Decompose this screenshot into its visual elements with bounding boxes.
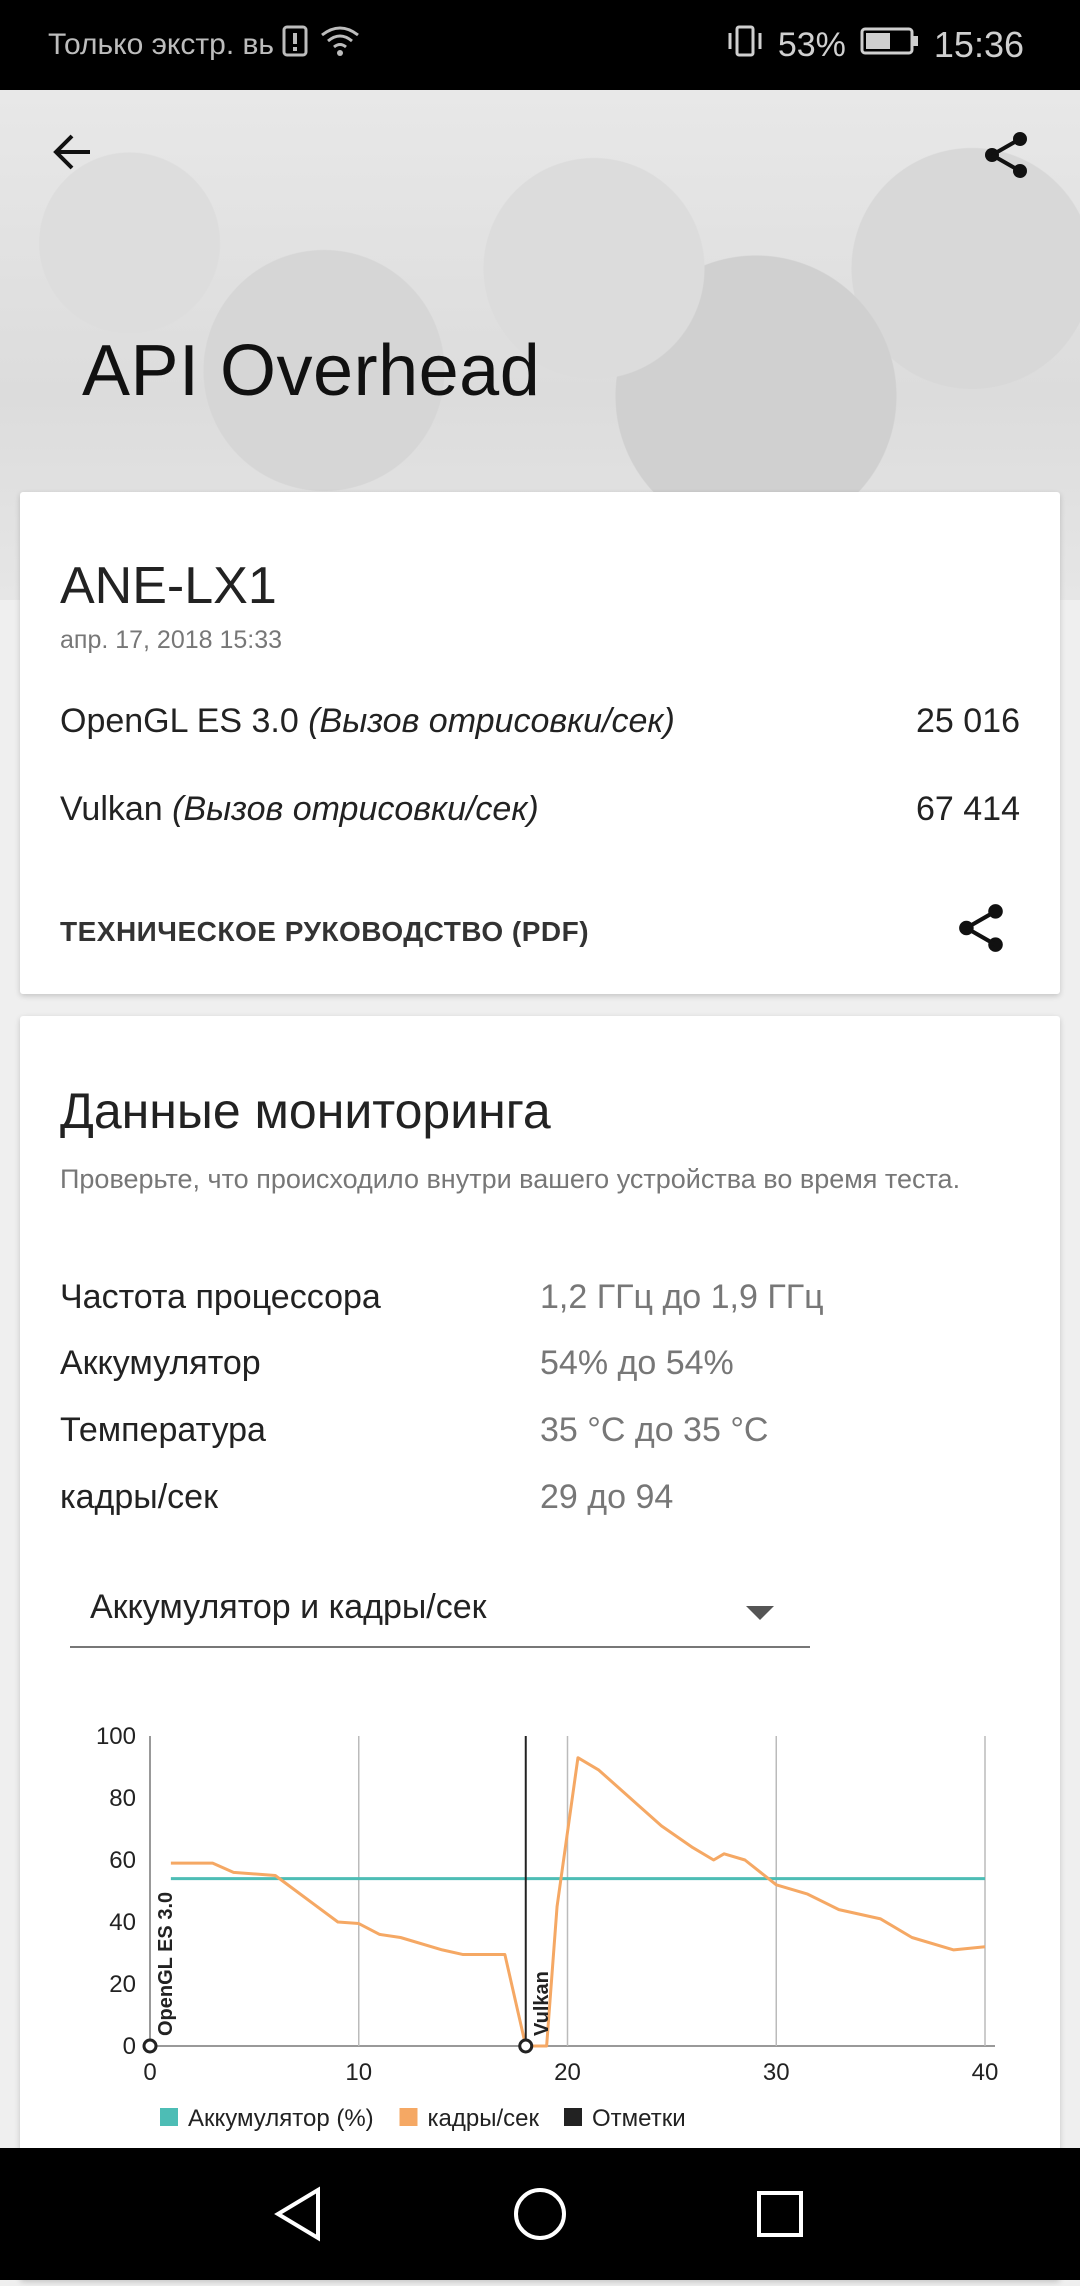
clock: 15:36 <box>933 24 1024 65</box>
monitoring-subtitle: Проверьте, что происходило внутри вашего… <box>60 1164 961 1194</box>
back-arrow-icon[interactable] <box>50 130 94 174</box>
marker-point <box>518 2038 534 2054</box>
share-icon[interactable] <box>956 902 1008 954</box>
status-bar: Только экстр. вь 53% 15:36 <box>0 0 1080 90</box>
stat-value: 35 °C до 35 °C <box>540 1411 769 1449</box>
device-name: ANE-LX1 <box>60 557 277 615</box>
marker-point <box>142 2038 158 2054</box>
y-tick-label: 80 <box>109 1785 136 1812</box>
score-label: OpenGL ES 3.0 (Вызов отрисовки/сек) <box>60 702 675 740</box>
legend-label: Отметки <box>592 2105 686 2132</box>
marker-label: OpenGL ES 3.0 <box>155 1892 177 2036</box>
carrier-text: Только экстр. вь <box>48 28 275 61</box>
score-value: 67 414 <box>916 790 1020 828</box>
stat-value: 29 до 94 <box>540 1478 674 1516</box>
battery-percent: 53% <box>777 25 846 64</box>
nav-back-icon[interactable] <box>272 2184 324 2244</box>
legend-swatch <box>564 2108 582 2126</box>
alert-icon <box>282 25 308 65</box>
stat-label: Частота процессора <box>60 1278 381 1316</box>
share-icon[interactable] <box>982 130 1032 180</box>
score-value: 25 016 <box>916 702 1020 740</box>
y-tick-label: 40 <box>109 1909 136 1936</box>
stat-label: Температура <box>60 1411 266 1449</box>
x-tick-label: 0 <box>143 2059 156 2086</box>
page-title: API Overhead <box>82 331 541 411</box>
marker-label: Vulkan <box>531 1971 553 2036</box>
y-tick-label: 60 <box>109 1847 136 1874</box>
vibrate-icon <box>726 24 764 67</box>
test-date: апр. 17, 2018 15:33 <box>60 626 283 654</box>
legend-swatch <box>160 2108 178 2126</box>
stat-value: 1,2 ГГц до 1,9 ГГц <box>540 1278 824 1316</box>
wifi-icon <box>320 25 360 65</box>
y-tick-label: 100 <box>96 1723 136 1750</box>
score-row-vulkan: Vulkan (Вызов отрисовки/сек) 67 414 <box>60 790 1020 829</box>
score-row-opengl: OpenGL ES 3.0 (Вызов отрисовки/сек) 25 0… <box>60 702 1020 741</box>
dropdown-arrow-icon <box>746 1606 774 1620</box>
x-tick-label: 30 <box>763 2059 790 2086</box>
nav-recents-icon[interactable] <box>754 2184 806 2244</box>
legend-swatch <box>399 2108 418 2126</box>
battery-icon <box>860 26 920 65</box>
stat-label: Аккумулятор <box>60 1344 261 1382</box>
x-tick-label: 40 <box>972 2059 999 2086</box>
x-tick-label: 20 <box>554 2059 581 2086</box>
dropdown-selected: Аккумулятор и кадры/сек <box>90 1588 487 1626</box>
y-tick-label: 0 <box>123 2033 136 2060</box>
result-card: ANE-LX1 апр. 17, 2018 15:33 OpenGL ES 3.… <box>20 492 1060 994</box>
monitoring-card: Данные мониторинга Проверьте, что происх… <box>20 1016 1060 2280</box>
legend-label: Аккумулятор (%) <box>188 2105 374 2132</box>
x-tick-label: 10 <box>345 2059 372 2086</box>
y-tick-label: 20 <box>109 1971 136 1998</box>
nav-home-icon[interactable] <box>512 2184 568 2244</box>
legend-label: кадры/сек <box>428 2105 540 2132</box>
chart-type-dropdown[interactable]: Аккумулятор и кадры/сек <box>70 1578 810 1648</box>
stat-value: 54% до 54% <box>540 1344 734 1382</box>
stat-label: кадры/сек <box>60 1478 218 1516</box>
monitoring-title: Данные мониторинга <box>60 1083 551 1139</box>
technical-guide-link[interactable]: ТЕХНИЧЕСКОЕ РУКОВОДСТВО (PDF) <box>60 916 589 948</box>
navigation-bar <box>0 2148 1080 2280</box>
score-label: Vulkan (Вызов отрисовки/сек) <box>60 790 539 828</box>
fps-line <box>170 1756 986 2048</box>
